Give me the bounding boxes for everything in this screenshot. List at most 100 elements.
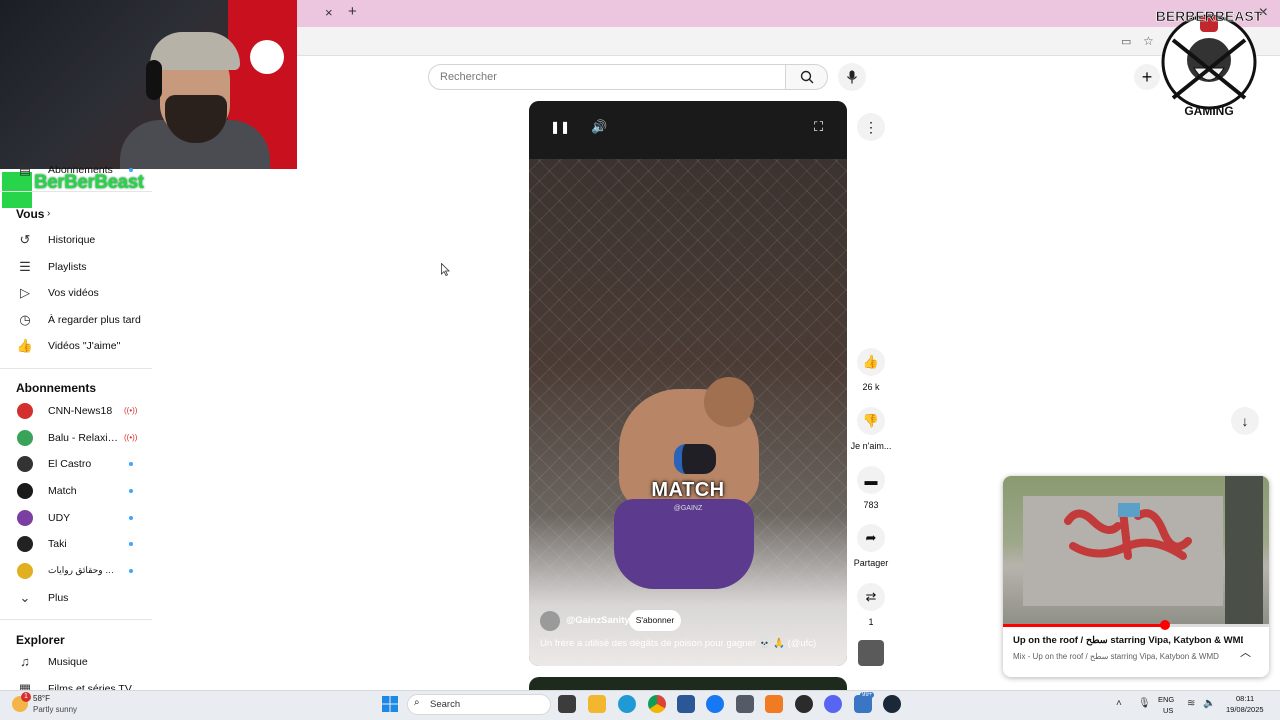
sidebar-item-label: أحداث وحقائق روايات ...: [48, 565, 120, 575]
sidebar-item-watch-later[interactable]: ◷ À regarder plus tard: [0, 306, 152, 333]
discord-icon[interactable]: [824, 695, 842, 713]
comments-button[interactable]: ▬ 783: [850, 466, 892, 510]
clock-time[interactable]: 08:11: [1236, 694, 1254, 703]
obs-icon[interactable]: [795, 695, 813, 713]
like-button[interactable]: 👍 26 k: [850, 348, 892, 392]
sidebar-item-el-castro[interactable]: El Castro: [0, 450, 152, 477]
close-tab-icon[interactable]: ×: [325, 5, 333, 20]
sidebar-header-you[interactable]: Vous ›: [0, 200, 152, 227]
new-tab-button[interactable]: +: [348, 3, 357, 20]
chevron-right-icon: ›: [47, 208, 51, 219]
chrome-icon[interactable]: [648, 695, 666, 713]
new-content-dot: [129, 488, 133, 493]
clock-date[interactable]: 19/08/2025: [1226, 705, 1264, 714]
sidebar-item-label: CNN-News18: [48, 404, 113, 417]
steam-icon[interactable]: [883, 695, 901, 713]
task-view-icon[interactable]: [558, 695, 576, 713]
mouse-cursor-icon: [441, 263, 450, 276]
next-short-button[interactable]: ↓: [1231, 407, 1259, 435]
thumb-down-icon: 👎: [857, 407, 885, 435]
search-input[interactable]: Rechercher: [428, 64, 786, 90]
video-frame: [529, 159, 847, 666]
next-short-preview[interactable]: [529, 677, 847, 690]
sidebar-item-label: À regarder plus tard: [48, 313, 141, 326]
video-top-bar: [529, 101, 847, 161]
sidebar-item-music[interactable]: ♫ Musique: [0, 648, 152, 675]
remix-icon: ⇄: [857, 583, 885, 611]
voice-search-button[interactable]: [838, 63, 866, 91]
edge-icon[interactable]: [618, 695, 636, 713]
search-button[interactable]: [786, 64, 828, 90]
chevron-up-icon[interactable]: ︿: [1240, 644, 1251, 660]
svg-text:BERBERBEAST: BERBERBEAST: [1156, 8, 1263, 24]
keyboard-language[interactable]: ENG: [1158, 695, 1174, 704]
fighter-shorts: [614, 499, 754, 589]
volume-icon[interactable]: 🔊: [591, 119, 607, 135]
windows-start-icon[interactable]: [382, 696, 398, 712]
sidebar-item-balu[interactable]: Balu - Relaxing N... ((•)): [0, 424, 152, 451]
fullscreen-icon[interactable]: ⛶: [814, 119, 823, 135]
avatar: [17, 482, 33, 499]
new-content-dot: [129, 541, 133, 546]
microphone-icon: [847, 70, 857, 84]
wifi-icon[interactable]: ≋: [1187, 698, 1195, 709]
sidebar-item-udy[interactable]: UDY: [0, 504, 152, 531]
dislike-label: Je n'aim...: [850, 441, 892, 451]
remix-button[interactable]: ⇄ 1: [850, 583, 892, 627]
berberbeast-gaming-logo: BERBERBEAST GAMING: [1155, 8, 1263, 118]
sidebar-item-label: UDY: [48, 511, 71, 524]
channel-avatar[interactable]: [540, 611, 560, 631]
comment-count: 783: [863, 500, 879, 510]
weather-description[interactable]: Partly sunny: [33, 705, 77, 714]
sidebar-item-your-videos[interactable]: ▷ Vos vidéos: [0, 279, 152, 306]
dislike-button[interactable]: 👎 Je n'aim...: [850, 407, 892, 451]
weather-temperature[interactable]: 58°F: [33, 694, 50, 703]
keyboard-region[interactable]: US: [1163, 706, 1173, 715]
subscribe-button[interactable]: S'abonner: [629, 610, 681, 631]
sidebar-item-cnn-news18[interactable]: CNN-News18 ((•)): [0, 397, 152, 424]
sidebar-item-liked-videos[interactable]: 👍 Vidéos "J'aime": [0, 332, 152, 359]
sidebar-item-label: Balu - Relaxing N...: [48, 431, 120, 444]
miniplayer[interactable]: Up on the roof / سطح starring Vipa, Katy…: [1003, 476, 1269, 677]
short-video-player[interactable]: ❚❚ 🔊 ⛶ MATCH @GAINZ @GainzSanity S'abonn…: [529, 101, 847, 666]
music-icon: ♫: [20, 654, 30, 669]
speaker-icon[interactable]: 🔈: [1203, 698, 1215, 709]
sound-thumbnail[interactable]: [858, 640, 884, 666]
facebook-icon[interactable]: [706, 695, 724, 713]
miniplayer-title: Up on the roof / سطح starring Vipa, Katy…: [1013, 635, 1243, 646]
miniplayer-scrubber[interactable]: [1160, 620, 1171, 630]
channel-name[interactable]: @GainzSanity: [566, 615, 630, 626]
fighter-head: [704, 377, 754, 427]
taskbar-search-input[interactable]: Search: [407, 694, 551, 715]
new-content-dot: [129, 568, 133, 573]
person-silhouette: [1225, 476, 1263, 626]
sidebar-item-label: Playlists: [48, 260, 87, 273]
sidebar-item-taki[interactable]: Taki: [0, 530, 152, 557]
store-icon[interactable]: [677, 695, 695, 713]
sidebar-item-history[interactable]: ↺ Historique: [0, 226, 152, 253]
app-icon[interactable]: [736, 695, 754, 713]
more-options-button[interactable]: ⋮: [857, 113, 885, 141]
sidebar-item-more[interactable]: ⌄ Plus: [0, 584, 152, 611]
explore-header: Explorer: [16, 633, 65, 647]
notification-badge: 99+: [860, 692, 875, 698]
short-title[interactable]: Un frère a utilisé des dégâts de poison …: [540, 638, 840, 649]
sidebar-item-match[interactable]: Match: [0, 477, 152, 504]
thumb-up-icon: 👍: [16, 337, 34, 353]
live-icon: ((•)): [124, 433, 138, 442]
sidebar-item-label: Plus: [48, 591, 69, 604]
microphone-icon[interactable]: 🎙: [1138, 698, 1151, 709]
sidebar-item-playlists[interactable]: ☰ Playlists: [0, 253, 152, 280]
sidebar-divider: [0, 191, 152, 192]
taskbar: [0, 690, 1280, 720]
sidebar-item-subscriptions[interactable]: ▤ Abonnements: [0, 156, 152, 183]
chevron-up-icon[interactable]: ˄: [1116, 698, 1122, 709]
file-explorer-icon[interactable]: [588, 695, 606, 713]
share-button[interactable]: ➦ Partager: [850, 524, 892, 568]
avast-icon[interactable]: [765, 695, 783, 713]
pause-icon[interactable]: ❚❚: [550, 120, 570, 134]
remix-count: 1: [868, 617, 874, 627]
miniplayer-video[interactable]: [1003, 476, 1269, 626]
sidebar-item-arabic-channel[interactable]: أحداث وحقائق روايات ...: [0, 557, 152, 584]
cast-icon[interactable]: ▭: [1121, 35, 1131, 48]
